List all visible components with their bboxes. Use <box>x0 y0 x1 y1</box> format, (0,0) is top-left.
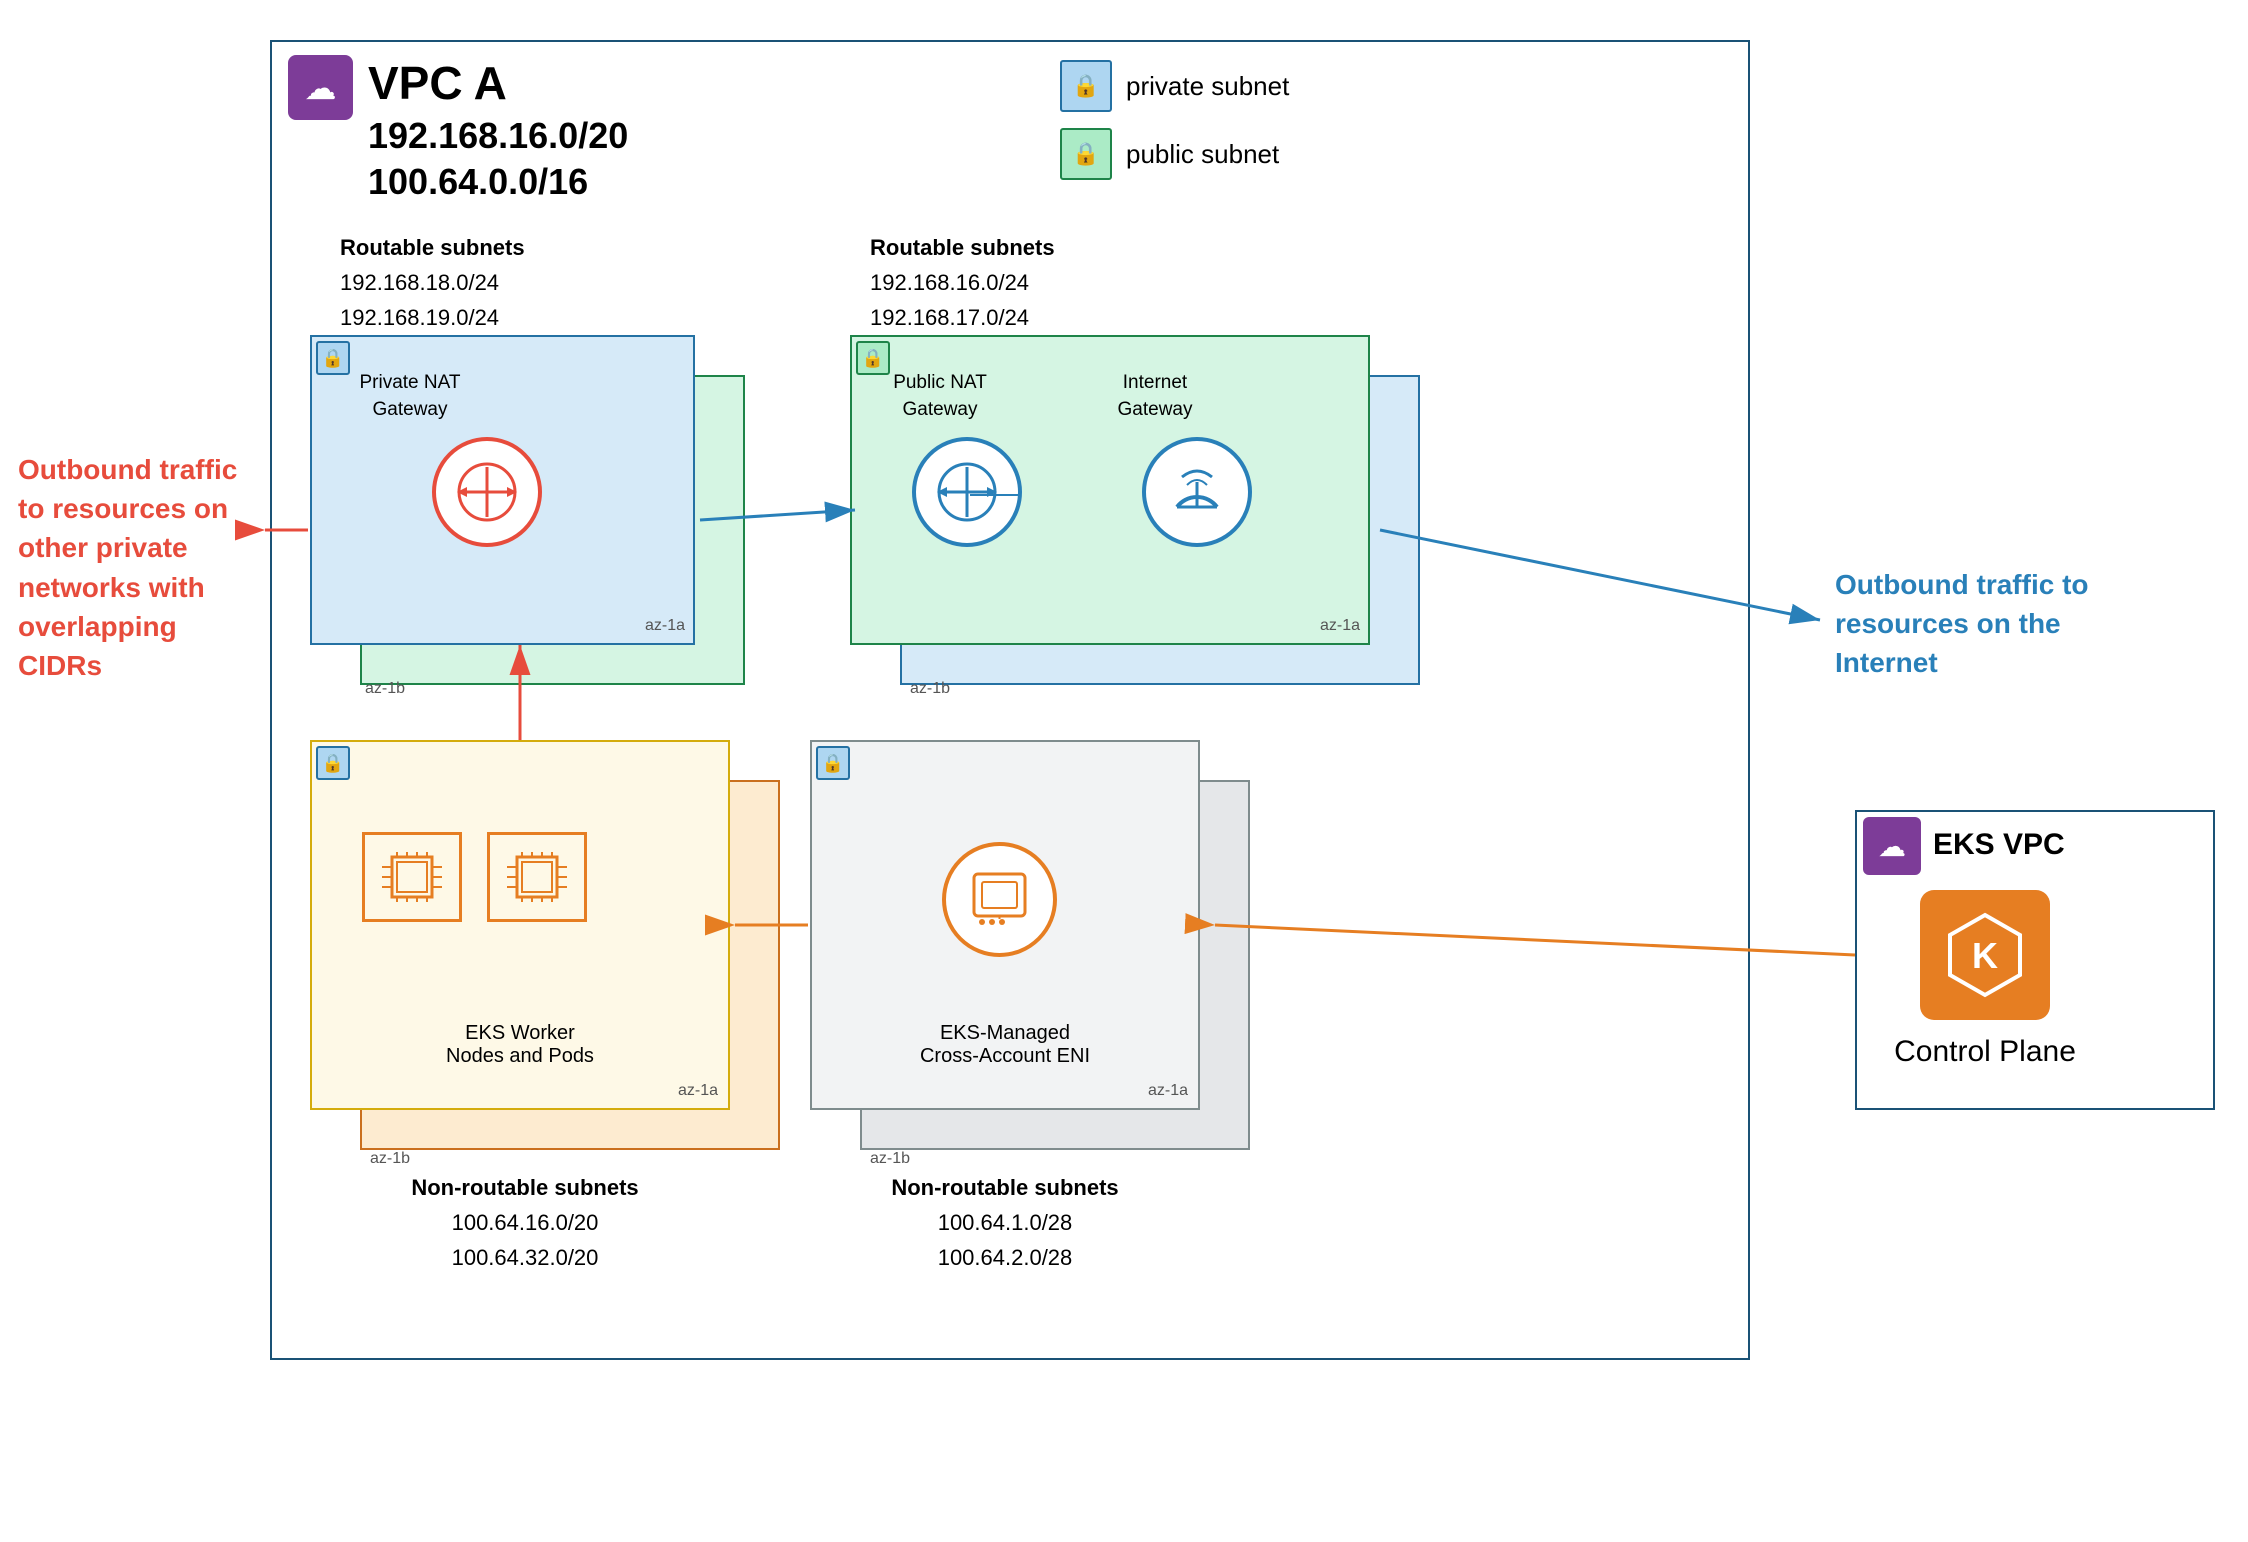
private-subnet-legend-icon: 🔒 <box>1060 60 1112 112</box>
public-subnet-legend-label: public subnet <box>1126 139 1279 170</box>
public-nat-svg <box>932 457 1002 527</box>
vpc-a-title: VPC A 192.168.16.0/20 100.64.0.0/16 <box>368 55 628 206</box>
public-nat-label: Public NAT Gateway <box>860 360 1000 423</box>
chip1-svg <box>377 847 447 907</box>
private-nat-gateway-icon <box>432 437 542 547</box>
internet-gateway-icon <box>1142 437 1252 547</box>
eks-eni-label: EKS-Managed Cross-Account ENI <box>920 1022 1090 1068</box>
private-subnet-legend-label: private subnet <box>1126 71 1289 102</box>
public-nat-az-outer: az-1b <box>910 680 950 698</box>
eks-eni-inner-subnet: 🔒 EKS-Managed Cross-Account ENI az-1a <box>810 740 1200 1110</box>
eks-eni-lock: 🔒 <box>816 746 850 780</box>
private-nat-label: Private NAT Gateway <box>325 360 475 423</box>
routable-label-left: Routable subnets 192.168.18.0/24 192.168… <box>340 230 525 336</box>
eks-eni-az-inner: az-1a <box>1148 1082 1188 1100</box>
eks-workers-inner-subnet: 🔒 <box>310 740 730 1110</box>
outbound-left-text: Outbound traffic to resources on other p… <box>18 450 258 685</box>
routable-label-right: Routable subnets 192.168.16.0/24 192.168… <box>870 230 1055 336</box>
eks-vpc-cloud-icon: ☁ <box>1863 817 1921 875</box>
eks-workers-lock: 🔒 <box>316 746 350 780</box>
public-nat-gateway-icon <box>912 437 1022 547</box>
diagram: ☁ VPC A 192.168.16.0/20 100.64.0.0/16 🔒 … <box>0 20 2248 1542</box>
control-plane-label: Control Plane <box>1870 1035 2100 1069</box>
chip2-svg <box>502 847 572 907</box>
eni-svg <box>962 862 1037 937</box>
worker-chip-2 <box>487 832 587 922</box>
internet-gateway-label: Internet Gateway <box>1095 360 1215 423</box>
eks-workers-label: EKS Worker Nodes and Pods <box>446 1022 594 1068</box>
private-nat-az-inner: az-1a <box>645 617 685 635</box>
outbound-right-text: Outbound traffic to resources on the Int… <box>1835 565 2115 683</box>
control-plane-icon: K <box>1920 890 2050 1020</box>
svg-text:K: K <box>1972 935 1998 976</box>
legend: 🔒 private subnet 🔒 public subnet <box>1060 60 1289 180</box>
private-nat-svg <box>452 457 522 527</box>
eks-eni-icon <box>942 842 1057 957</box>
internet-gw-svg <box>1162 457 1232 527</box>
public-subnet-legend-icon: 🔒 <box>1060 128 1112 180</box>
non-routable-right-label: Non-routable subnets 100.64.1.0/28 100.6… <box>810 1170 1200 1276</box>
non-routable-left-label: Non-routable subnets 100.64.16.0/20 100.… <box>310 1170 740 1276</box>
public-nat-az-inner: az-1a <box>1320 617 1360 635</box>
eks-workers-az-outer: az-1b <box>370 1150 410 1168</box>
vpc-a-cloud-icon: ☁ <box>288 55 353 120</box>
eks-workers-az-inner: az-1a <box>678 1082 718 1100</box>
eks-vpc-title: EKS VPC <box>1933 828 2065 862</box>
eks-eni-az-outer: az-1b <box>870 1150 910 1168</box>
control-plane-svg: K <box>1940 910 2030 1000</box>
worker-chip-1 <box>362 832 462 922</box>
private-nat-az-outer: az-1b <box>365 680 405 698</box>
